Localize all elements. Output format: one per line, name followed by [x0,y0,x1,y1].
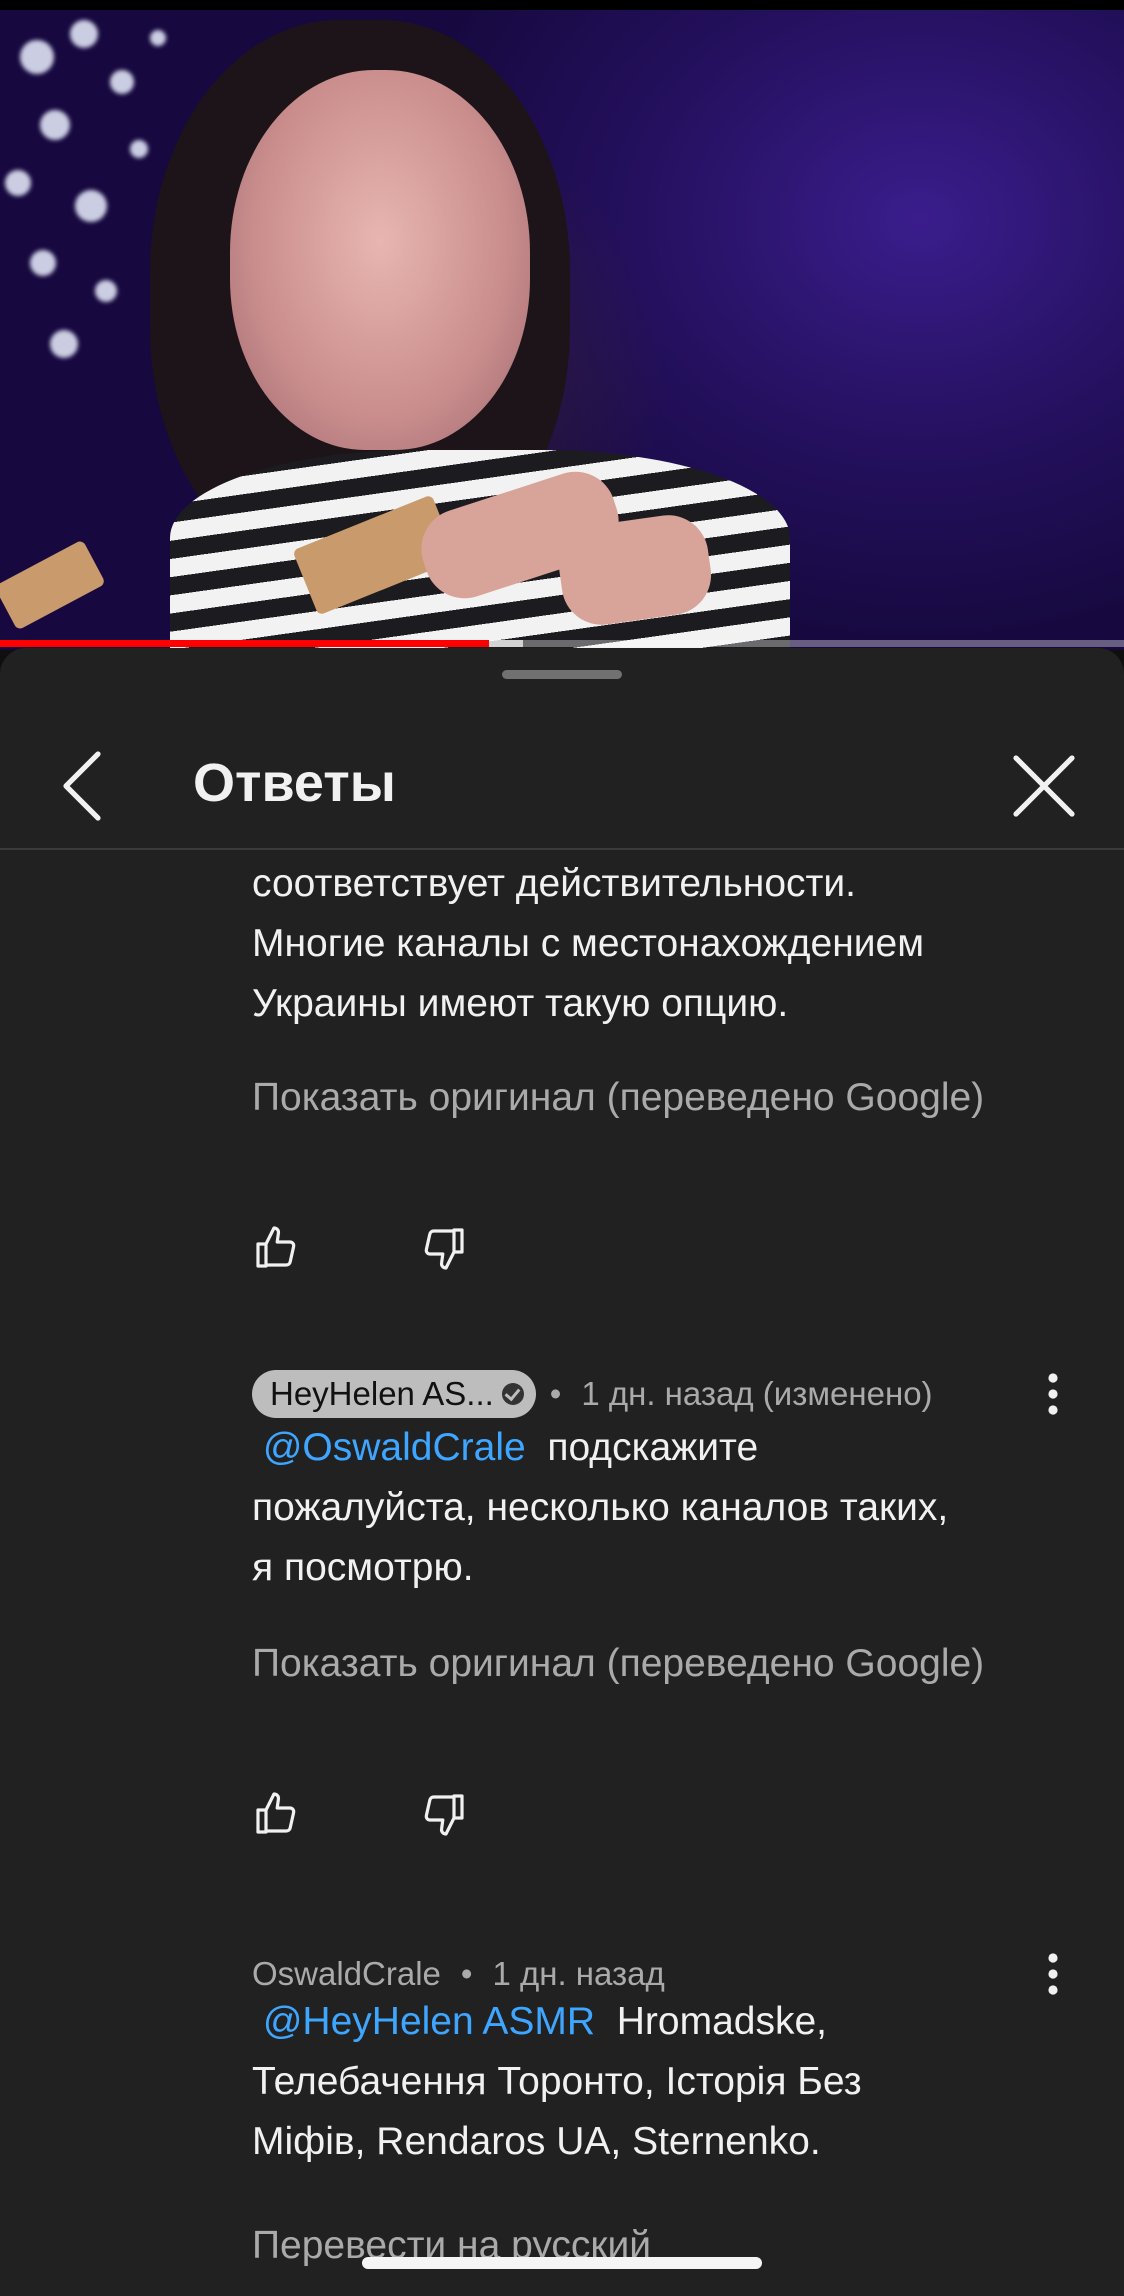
bokeh-light [70,20,98,48]
comment-line-text: подскажите [547,1426,759,1469]
separator-dot: • [460,1955,473,1992]
replies-list: соответствует действительности. Многие к… [0,648,1124,2296]
verified-icon [501,1383,524,1405]
chevron-left-icon[interactable] [48,746,118,826]
bokeh-light [130,140,148,158]
comment-line: соответствует действительности. [252,862,857,905]
show-original-link[interactable]: Показать оригинал (переведено Google) [252,1076,984,1120]
sheet-title: Ответы [193,753,396,813]
comment-time: 1 дн. назад (изменено) [581,1375,933,1412]
author-name[interactable]: OswaldCrale [252,1955,441,1993]
show-original-link[interactable]: Показать оригинал (переведено Google) [252,1642,984,1686]
status-bar [0,0,1124,10]
separator-dot: • [549,1375,562,1412]
comment-line-text: Hromadske, [616,2000,827,2043]
dislike-icon[interactable] [420,1790,468,1838]
wooden-block [0,539,106,631]
dislike-icon[interactable] [420,1224,468,1272]
comment-line: @HeyHelen ASMR Hromadske, [252,1992,862,2052]
comment-text: @OswaldCrale подскажите пожалуйста, неск… [252,1418,948,1598]
comment-line: Телебачення Торонто, Історія Без [252,2060,862,2103]
bokeh-light [150,30,166,46]
bokeh-light [5,170,31,196]
bokeh-light [50,330,78,358]
comment-line: Многие каналы с местонахождением [252,922,925,965]
author-name: HeyHelen AS... [270,1375,494,1412]
face [230,70,530,450]
bokeh-light [20,40,54,74]
comment-line: @OswaldCrale подскажите [252,1418,948,1478]
bokeh-light [40,110,70,140]
mention-link[interactable]: @OswaldCrale [263,1426,526,1469]
comment-line: Украины имеют такую опцию. [252,982,789,1025]
bokeh-light [75,190,107,222]
buffer-bar [488,640,523,647]
bokeh-light [110,70,134,94]
comment-line: я посмотрю. [252,1546,474,1589]
sheet-header: Ответы [0,688,1124,850]
close-icon[interactable] [1004,746,1084,826]
bokeh-light [95,280,117,302]
video-player[interactable] [0,0,1124,650]
progress-bar[interactable] [0,640,489,647]
more-options-icon[interactable] [1040,1370,1066,1418]
home-indicator[interactable] [362,2257,762,2269]
comment-meta: HeyHelen AS... • 1 дн. назад (изменено) [252,1366,933,1422]
like-icon[interactable] [252,1224,300,1272]
author-badge[interactable]: HeyHelen AS... [252,1370,536,1418]
bokeh-light [30,250,56,276]
comment-line: Міфів, Rendaros UA, Sternenko. [252,2120,821,2163]
mention-link[interactable]: @HeyHelen ASMR [263,2000,595,2043]
more-options-icon[interactable] [1040,1950,1066,1998]
like-icon[interactable] [252,1790,300,1838]
comment-line: пожалуйста, несколько каналов таких, [252,1486,949,1529]
comment-text: @HeyHelen ASMR Hromadske, Телебачення То… [252,1992,862,2172]
comment-time: 1 дн. назад [492,1955,665,1992]
comment-text: соответствует действительности. Многие к… [252,854,924,1034]
replies-sheet: соответствует действительности. Многие к… [0,648,1124,2296]
